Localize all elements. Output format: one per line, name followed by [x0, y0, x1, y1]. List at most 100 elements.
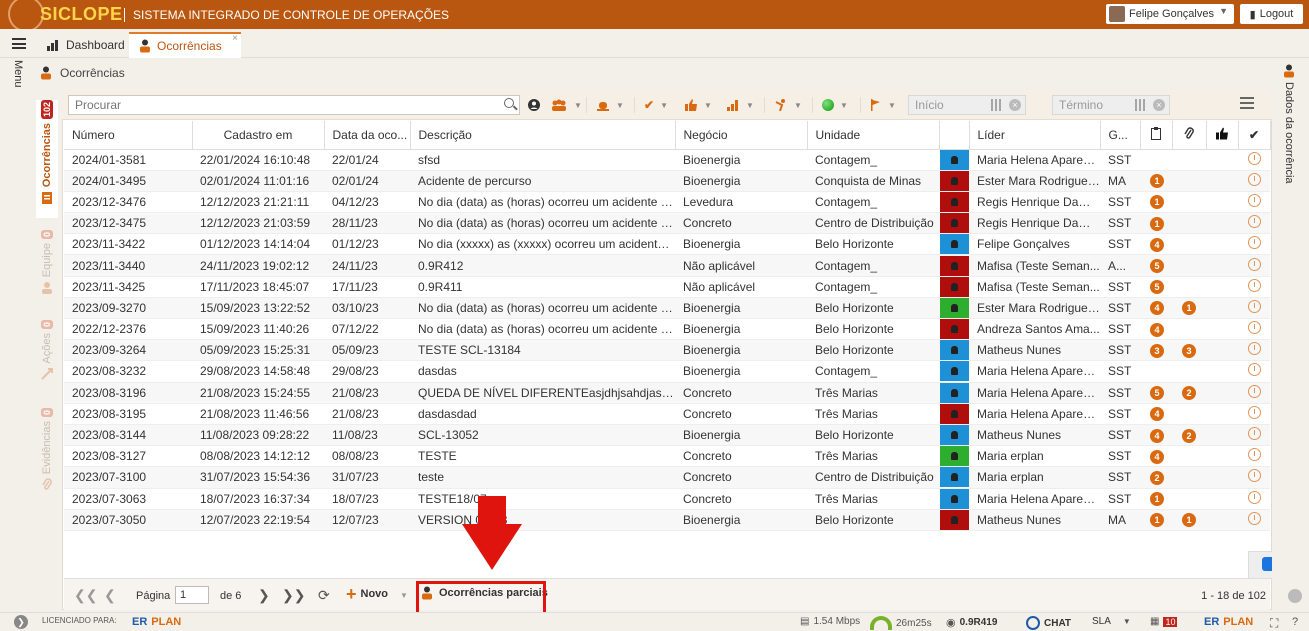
table-row[interactable]: 2023/08-3196 21/08/2023 15:24:55 21/08/23 Q… [64, 382, 1270, 404]
table-row[interactable]: 2023/12-3475 12/12/2023 21:03:59 28/11/23 N… [64, 212, 1270, 235]
menu-toggle[interactable]: Menu [12, 60, 24, 88]
column-header-lider[interactable]: Líder [969, 121, 1101, 150]
clock-icon[interactable] [1247, 236, 1261, 250]
close-icon[interactable]: × [232, 33, 238, 44]
last-page-icon[interactable]: ❯❯ [282, 587, 305, 604]
column-header-attachment[interactable] [1172, 121, 1207, 150]
clock-icon[interactable] [1247, 363, 1261, 377]
table-row[interactable]: 2023/07-3063 18/07/2023 16:37:34 18/07/23 T… [64, 488, 1270, 510]
help-icon[interactable]: ? [1292, 616, 1298, 628]
clock-icon[interactable] [1247, 257, 1261, 271]
chevron-down-icon[interactable]: ▼ [400, 591, 408, 600]
signal-icon [727, 100, 738, 111]
next-page-icon[interactable]: ❯ [258, 587, 270, 604]
column-header-cadastro[interactable]: Cadastro em [192, 121, 325, 150]
hamburger-icon[interactable] [12, 38, 26, 49]
sidebar-item-equipe[interactable]: 0 Equipe [36, 230, 58, 300]
clock-icon[interactable] [1247, 427, 1261, 441]
column-header-descricao[interactable]: Descrição [410, 121, 676, 150]
prev-page-icon[interactable]: ❮ [104, 587, 116, 604]
table-row[interactable]: 2024/01-3581 22/01/2024 16:10:48 22/01/24 s… [64, 149, 1270, 171]
table-row[interactable]: 2023/08-3144 11/08/2023 09:28:22 11/08/23 S… [64, 424, 1270, 447]
table-row[interactable]: 2023/11-3440 24/11/2023 19:02:12 24/11/23 0… [64, 254, 1270, 277]
chat-button[interactable]: CHAT [1026, 616, 1071, 630]
sidebar-item-evidencias[interactable]: 0 Evidências [36, 408, 58, 504]
clock-icon[interactable] [1247, 342, 1261, 356]
sidebar-item-ocorrencias[interactable]: 102 Ocorrências [36, 100, 58, 218]
clock-icon[interactable] [1247, 215, 1261, 229]
logout-button[interactable]: ▮ Logout [1240, 4, 1303, 24]
clock-icon[interactable] [1247, 172, 1261, 186]
table-row[interactable]: 2023/09-3264 05/09/2023 15:25:31 05/09/23 T… [64, 339, 1270, 362]
start-date-input[interactable]: Início × [908, 95, 1026, 115]
filter-alert-button[interactable]: ▼ [596, 97, 624, 113]
clock-icon[interactable] [1247, 448, 1261, 462]
column-header-clipboard[interactable] [1140, 121, 1173, 150]
column-header-numero[interactable]: Número [64, 121, 193, 150]
notifications[interactable]: ▦ 10 [1150, 616, 1178, 627]
clock-icon[interactable] [1247, 193, 1261, 207]
clock-icon[interactable] [1247, 384, 1261, 398]
clock-icon[interactable] [1247, 278, 1261, 292]
filter-status-button[interactable]: ▼ [822, 97, 848, 113]
clock-icon[interactable] [1247, 511, 1261, 525]
clock-icon[interactable] [1247, 151, 1261, 165]
clock-icon[interactable] [1247, 469, 1261, 483]
table-row[interactable]: 2023/08-3195 21/08/2023 11:46:56 21/08/23 d… [64, 403, 1270, 425]
clock-icon[interactable] [1247, 299, 1261, 313]
clock-icon[interactable] [1247, 490, 1261, 504]
search-input[interactable] [68, 95, 520, 115]
clear-icon[interactable]: × [1153, 99, 1165, 111]
filter-group-button[interactable]: ▼ [550, 97, 582, 113]
filter-approval-button[interactable]: ▼ [684, 97, 712, 113]
table-row[interactable]: 2024/01-3495 02/01/2024 11:01:16 02/01/24 A… [64, 170, 1270, 192]
tab-dashboard[interactable]: Dashboard [36, 32, 135, 58]
notification-count: 10 [1163, 616, 1178, 627]
list-view-icon[interactable] [1240, 97, 1254, 109]
end-date-input[interactable]: Término × [1052, 95, 1170, 115]
clear-icon[interactable]: × [1009, 99, 1021, 111]
table-row[interactable]: 2023/12-3476 12/12/2023 21:21:11 04/12/23 N… [64, 191, 1270, 214]
table-row[interactable]: 2023/11-3422 01/12/2023 14:14:04 01/12/23 N… [64, 233, 1270, 256]
page-number-input[interactable]: 1 [175, 586, 209, 604]
column-header-g[interactable]: G... [1100, 121, 1141, 150]
calendar-icon[interactable] [991, 99, 1003, 111]
person-icon [950, 473, 958, 482]
column-header-color[interactable] [939, 121, 970, 150]
filter-level-button[interactable]: ▼ [726, 97, 754, 113]
clock-icon[interactable] [1247, 405, 1261, 419]
fullscreen-icon[interactable]: ⛶ [1270, 616, 1278, 631]
search-icon[interactable] [504, 98, 514, 108]
app-logo[interactable]: SICLOPE [0, 0, 122, 32]
table-row[interactable]: 2023/11-3425 17/11/2023 18:45:07 17/11/23 0… [64, 276, 1270, 298]
refresh-icon[interactable]: ⟳ [318, 587, 330, 604]
column-header-unidade[interactable]: Unidade [807, 121, 940, 150]
table-row[interactable]: 2023/09-3270 15/09/2023 13:22:52 03/10/23 N… [64, 297, 1270, 320]
user-menu[interactable]: Felipe Gonçalves ▼ [1106, 4, 1234, 24]
cell-status [1238, 254, 1270, 277]
calendar-icon[interactable] [1135, 99, 1147, 111]
column-header-approval[interactable] [1206, 121, 1239, 150]
tab-ocorrencias[interactable]: Ocorrências × [129, 32, 241, 58]
column-header-done[interactable]: ✔ [1238, 121, 1271, 150]
table-row[interactable]: 2022/12-2376 15/09/2023 11:40:26 07/12/22 N… [64, 318, 1270, 341]
table-row[interactable]: 2023/07-3100 31/07/2023 15:54:36 31/07/23 t… [64, 466, 1270, 489]
filter-person-button[interactable] [528, 97, 540, 113]
first-page-icon[interactable]: ❮❮ [74, 587, 97, 604]
sla-button[interactable]: SLA ▼ [1092, 616, 1131, 627]
column-header-negocio[interactable]: Negócio [675, 121, 808, 150]
scroll-circle-icon[interactable] [1288, 589, 1302, 603]
column-header-data[interactable]: Data da oco... [324, 121, 411, 150]
filter-incident-button[interactable]: ▼ [774, 97, 802, 113]
filter-flag-button[interactable]: ▼ [870, 97, 896, 113]
filter-check-button[interactable]: ✔ ▼ [644, 97, 668, 113]
clock-icon[interactable] [1247, 321, 1261, 335]
table-row[interactable]: 2023/08-3127 08/08/2023 14:12:12 08/08/23 T… [64, 445, 1270, 468]
count-cell: 3 [1140, 339, 1172, 362]
new-button[interactable]: + Novo [346, 585, 388, 603]
table-row[interactable]: 2023/07-3050 12/07/2023 22:19:54 12/07/23 V… [64, 509, 1270, 531]
table-row[interactable]: 2023/08-3232 29/08/2023 14:58:48 29/08/23 d… [64, 360, 1270, 383]
details-panel-toggle[interactable]: Dados da ocorrência [1283, 64, 1295, 184]
arrow-right-icon[interactable]: ❯ [14, 615, 28, 629]
sidebar-item-acoes[interactable]: 0 Ações [36, 320, 58, 382]
